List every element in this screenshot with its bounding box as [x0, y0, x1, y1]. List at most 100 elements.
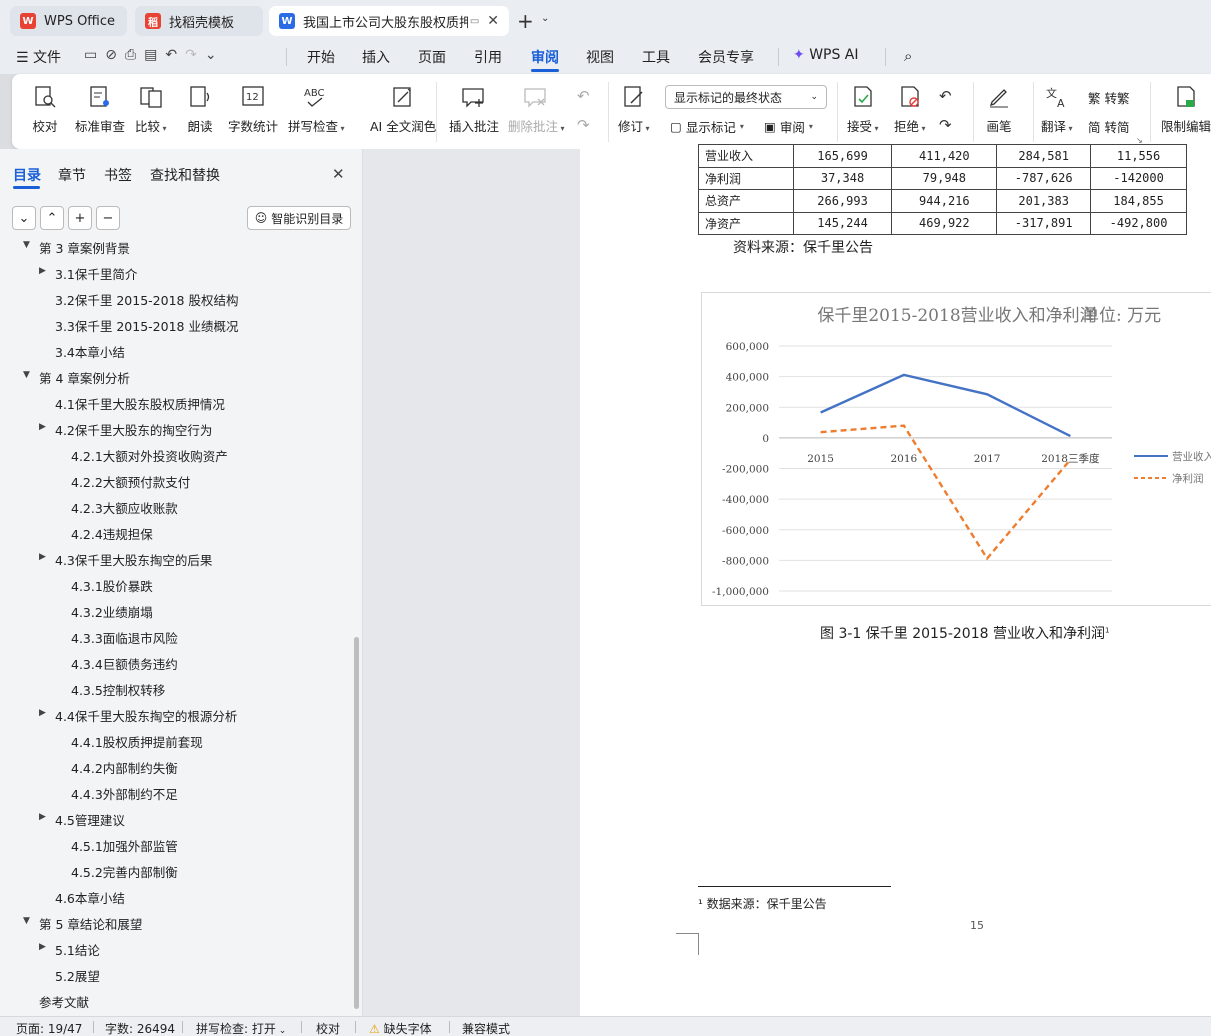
restrict-edit-button[interactable]: 限制编辑 [1161, 74, 1211, 135]
toc-item[interactable]: 4.2.4违规担保 [0, 519, 352, 545]
toc-item[interactable]: ▶ 4.2保千里大股东的掏空行为 [0, 415, 352, 441]
prev-change-icon[interactable]: ↶ [939, 87, 952, 105]
chart-frame[interactable]: 保千里2015-2018营业收入和净利润 单位: 万元 600,000 400,000… [701, 292, 1211, 606]
spell-check-button[interactable]: ABC 拼写检查 ▾ [288, 74, 345, 135]
collapse-down-icon[interactable]: ⌄ [12, 206, 36, 230]
to-simplified-button[interactable]: 简转简 [1088, 117, 1130, 136]
menu-item-member[interactable]: 会员专享 [698, 47, 754, 67]
toc-item[interactable]: 4.3.4巨额债务违约 [0, 649, 352, 675]
toc-item[interactable]: 4.4.2内部制约失衡 [0, 753, 352, 779]
tab-monitor-icon[interactable]: ▭ [470, 16, 479, 27]
print-preview-icon[interactable]: ▤ [144, 47, 165, 63]
quick-access-toolbar[interactable]: ▭⊘⎙▤↶↷⌄ [84, 47, 225, 63]
toc-item[interactable]: 4.3.3面临退市风险 [0, 623, 352, 649]
proof-status[interactable]: 校对 [316, 1020, 340, 1036]
menu-item-insert[interactable]: 插入 [362, 47, 390, 67]
undo-icon[interactable]: ↶ [165, 47, 185, 63]
proof-button[interactable]: 校对 [32, 74, 58, 135]
read-aloud-button[interactable]: 朗读 [187, 74, 213, 135]
tab-template[interactable]: 稻 找稻壳模板 [135, 6, 263, 36]
page-indicator[interactable]: 页面: 19/47 [16, 1020, 82, 1036]
toc-item[interactable]: 4.4.1股权质押提前套现 [0, 727, 352, 753]
collapsed-arrow-icon[interactable]: ▶ [39, 708, 46, 718]
redo-icon[interactable]: ↷ [185, 47, 205, 63]
nav-tab-chapter[interactable]: 章节 [58, 165, 86, 185]
remove-heading-icon[interactable]: − [96, 206, 120, 230]
nav-tab-toc[interactable]: 目录 [13, 165, 41, 185]
prev-comment-icon[interactable]: ↶ [577, 87, 590, 105]
toc-item[interactable]: 4.2.2大额预付款支付 [0, 467, 352, 493]
smart-toc-button[interactable]: ☺ 智能识别目录 [247, 206, 351, 230]
review-pane-button[interactable]: ▣ 审阅 ▾ [764, 117, 813, 136]
menu-item-page[interactable]: 页面 [418, 47, 446, 67]
chevron-down-icon[interactable]: ⌄ [541, 13, 549, 24]
markup-display-select[interactable]: 显示标记的最终状态 ⌄ [665, 85, 827, 109]
collapse-up-icon[interactable]: ⌃ [40, 206, 64, 230]
show-markup-button[interactable]: ▢ 显示标记 ▾ [670, 117, 744, 136]
tab-wps-office[interactable]: W WPS Office [10, 6, 127, 36]
std-review-button[interactable]: 标准审查 [75, 74, 125, 135]
toc-item[interactable]: ▶ 5.1结论 [0, 935, 352, 961]
delete-comment-button[interactable]: 删除批注 ▾ [508, 74, 565, 135]
reject-button[interactable]: 拒绝 ▾ [894, 74, 926, 135]
toc-item[interactable]: 4.2.3大额应收账款 [0, 493, 352, 519]
next-comment-icon[interactable]: ↷ [577, 116, 590, 134]
print-icon[interactable]: ⎙ [125, 47, 144, 63]
toc-item[interactable]: 3.2保千里 2015-2018 股权结构 [0, 285, 352, 311]
expanded-arrow-icon[interactable]: ▼ [23, 370, 30, 380]
pen-button[interactable]: 画笔 [986, 74, 1012, 135]
close-icon[interactable]: ✕ [487, 13, 499, 29]
collapsed-arrow-icon[interactable]: ▶ [39, 552, 46, 562]
compare-button[interactable]: 比较 ▾ [135, 74, 167, 135]
nav-tab-find-replace[interactable]: 查找和替换 [150, 165, 220, 185]
word-count-button[interactable]: 12 字数统计 [228, 74, 278, 135]
menu-item-review[interactable]: 审阅 [531, 47, 559, 67]
toc-item[interactable]: 4.6本章小结 [0, 883, 352, 909]
toc-item[interactable]: ▶ 4.3保千里大股东掏空的后果 [0, 545, 352, 571]
collapsed-arrow-icon[interactable]: ▶ [39, 266, 46, 276]
toc-item[interactable]: 4.5.1加强外部监管 [0, 831, 352, 857]
nav-tab-bookmark[interactable]: 书签 [104, 165, 132, 185]
to-traditional-button[interactable]: 繁转繁 [1088, 88, 1130, 107]
translate-button[interactable]: 文 A 翻译 ▾ [1041, 74, 1073, 135]
toc-item[interactable]: 3.3保千里 2015-2018 业绩概况 [0, 311, 352, 337]
nav-scrollbar[interactable] [354, 637, 359, 1009]
toc-item[interactable]: ▶ 4.5管理建议 [0, 805, 352, 831]
search-icon[interactable]: ⌕ [904, 47, 912, 65]
next-change-icon[interactable]: ↷ [939, 116, 952, 134]
toc-item[interactable]: ▼ 第 4 章案例分析 [0, 363, 352, 389]
insert-comment-button[interactable]: 插入批注 [449, 74, 499, 135]
menu-item-reference[interactable]: 引用 [474, 47, 502, 67]
collapsed-arrow-icon[interactable]: ▶ [39, 942, 46, 952]
link-icon[interactable]: ⊘ [105, 47, 125, 63]
close-pane-icon[interactable]: ✕ [332, 165, 345, 183]
track-changes-button[interactable]: 修订 ▾ [618, 74, 650, 135]
spell-check-status[interactable]: 拼写检查: 打开 ⌄ [196, 1020, 286, 1036]
collapsed-arrow-icon[interactable]: ▶ [39, 422, 46, 432]
toc-item[interactable]: 4.3.5控制权转移 [0, 675, 352, 701]
toc-item[interactable]: 4.1保千里大股东股权质押情况 [0, 389, 352, 415]
more-icon[interactable]: ⌄ [205, 47, 225, 63]
file-menu[interactable]: ☰ 文件 [16, 47, 61, 67]
toc-item[interactable]: ▶ 4.4保千里大股东掏空的根源分析 [0, 701, 352, 727]
accept-button[interactable]: 接受 ▾ [847, 74, 879, 135]
toc-item[interactable]: 4.2.1大额对外投资收购资产 [0, 441, 352, 467]
toc-item[interactable]: 4.5.2完善内部制衡 [0, 857, 352, 883]
add-heading-icon[interactable]: + [68, 206, 92, 230]
wps-ai-button[interactable]: ✦ WPS AI [793, 47, 859, 63]
menu-item-view[interactable]: 视图 [586, 47, 614, 67]
toc-item[interactable]: ▼ 第 5 章结论和展望 [0, 909, 352, 935]
toc-item[interactable]: ▶ 3.1保千里简介 [0, 259, 352, 285]
ai-polish-button[interactable]: AI 全文润色 [370, 74, 436, 135]
missing-font-status[interactable]: ⚠ 缺失字体 [369, 1020, 432, 1036]
toc-item[interactable]: 4.3.1股价暴跌 [0, 571, 352, 597]
word-count-status[interactable]: 字数: 26494 [105, 1020, 175, 1036]
collapsed-arrow-icon[interactable]: ▶ [39, 812, 46, 822]
save-icon[interactable]: ▭ [84, 47, 105, 63]
tab-document[interactable]: W 我国上市公司大股东股权质押 ▭ ✕ [269, 6, 509, 36]
toc-item[interactable]: 4.4.3外部制约不足 [0, 779, 352, 805]
toc-item[interactable]: ▼ 第 3 章案例背景 [0, 241, 352, 259]
toc-item[interactable]: 3.4本章小结 [0, 337, 352, 363]
expanded-arrow-icon[interactable]: ▼ [23, 241, 30, 250]
toc-item[interactable]: 5.2展望 [0, 961, 352, 987]
